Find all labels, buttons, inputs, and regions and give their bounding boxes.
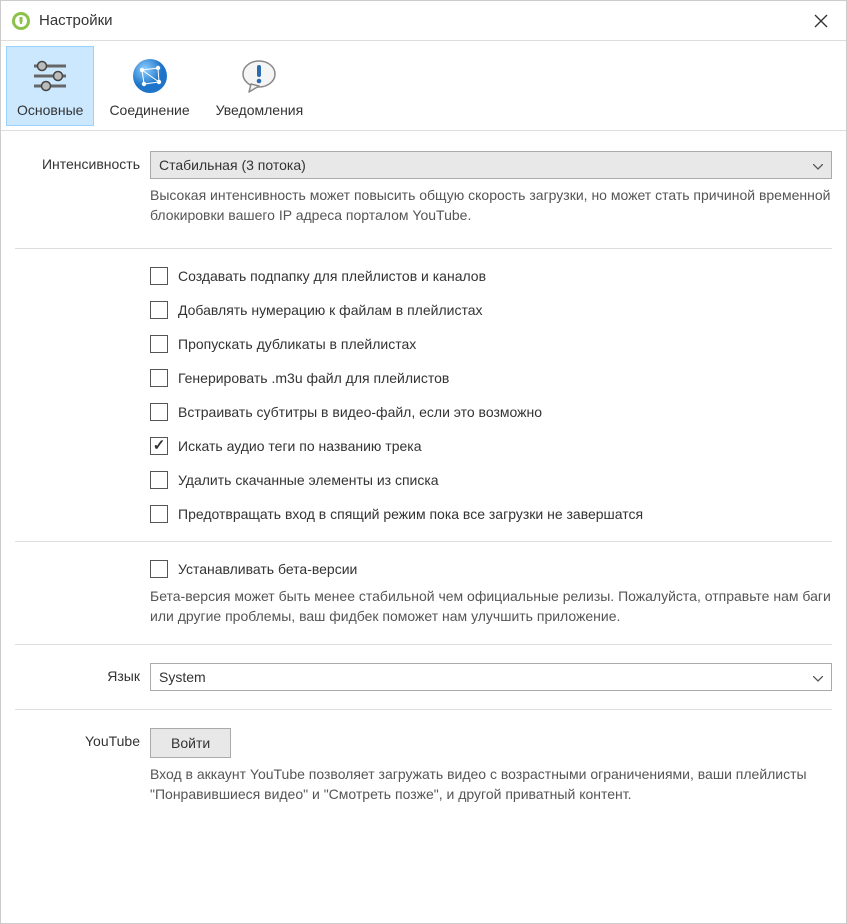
prevent-sleep-label: Предотвращать вход в спящий режим пока в… xyxy=(178,506,643,522)
youtube-login-button[interactable]: Войти xyxy=(150,728,231,758)
m3u-checkbox[interactable] xyxy=(150,369,168,387)
globe-icon xyxy=(128,54,172,98)
chevron-down-icon xyxy=(813,669,823,685)
subfolder-checkbox[interactable] xyxy=(150,267,168,285)
youtube-login-label: Войти xyxy=(171,735,210,751)
skip-dupes-checkbox[interactable] xyxy=(150,335,168,353)
divider xyxy=(15,248,832,249)
embed-subs-label: Встраивать субтитры в видео-файл, если э… xyxy=(178,404,542,420)
chevron-down-icon xyxy=(813,157,823,173)
audio-tags-checkbox[interactable] xyxy=(150,437,168,455)
titlebar: Настройки xyxy=(1,1,846,41)
beta-help: Бета-версия может быть менее стабильной … xyxy=(150,586,832,627)
tab-connection-label: Соединение xyxy=(109,102,189,118)
content-panel: Интенсивность Стабильная (3 потока) Высо… xyxy=(1,131,846,835)
m3u-label: Генерировать .m3u файл для плейлистов xyxy=(178,370,449,386)
language-label: Язык xyxy=(15,663,150,684)
numbering-checkbox[interactable] xyxy=(150,301,168,319)
alert-icon xyxy=(237,54,281,98)
skip-dupes-label: Пропускать дубликаты в плейлистах xyxy=(178,336,416,352)
embed-subs-checkbox[interactable] xyxy=(150,403,168,421)
subfolder-label: Создавать подпапку для плейлистов и кана… xyxy=(178,268,486,284)
youtube-label: YouTube xyxy=(15,728,150,749)
language-value: System xyxy=(159,669,206,685)
close-button[interactable] xyxy=(806,6,836,36)
youtube-help: Вход в аккаунт YouTube позволяет загружа… xyxy=(150,764,832,805)
window-title: Настройки xyxy=(39,12,806,29)
intensity-value: Стабильная (3 потока) xyxy=(159,157,306,173)
app-icon xyxy=(11,11,31,31)
beta-label: Устанавливать бета-версии xyxy=(178,561,357,577)
close-icon xyxy=(814,14,828,28)
divider xyxy=(15,709,832,710)
intensity-label: Интенсивность xyxy=(15,151,150,172)
tab-connection[interactable]: Соединение xyxy=(98,46,200,126)
toolbar: Основные Соединение xyxy=(1,41,846,131)
tab-notifications-label: Уведомления xyxy=(216,102,304,118)
tab-general[interactable]: Основные xyxy=(6,46,94,126)
intensity-select[interactable]: Стабильная (3 потока) xyxy=(150,151,832,179)
prevent-sleep-checkbox[interactable] xyxy=(150,505,168,523)
remove-done-checkbox[interactable] xyxy=(150,471,168,489)
beta-checkbox[interactable] xyxy=(150,560,168,578)
tab-general-label: Основные xyxy=(17,102,83,118)
intensity-help: Высокая интенсивность может повысить общ… xyxy=(150,185,832,226)
audio-tags-label: Искать аудио теги по названию трека xyxy=(178,438,422,454)
divider xyxy=(15,644,832,645)
remove-done-label: Удалить скачанные элементы из списка xyxy=(178,472,439,488)
numbering-label: Добавлять нумерацию к файлам в плейлиста… xyxy=(178,302,482,318)
language-select[interactable]: System xyxy=(150,663,832,691)
divider xyxy=(15,541,832,542)
tab-notifications[interactable]: Уведомления xyxy=(205,46,315,126)
sliders-icon xyxy=(28,54,72,98)
